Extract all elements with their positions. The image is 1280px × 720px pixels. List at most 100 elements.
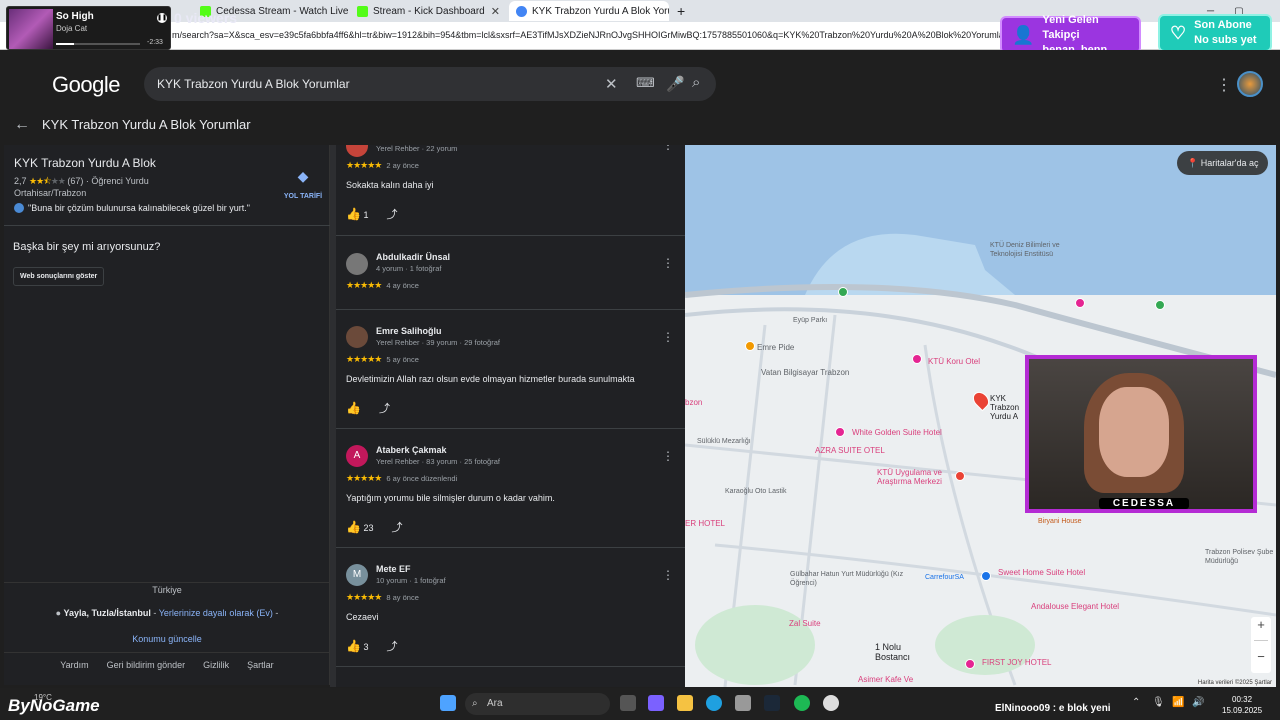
- mic-tray-icon[interactable]: 🎙: [1152, 697, 1165, 708]
- hotel-pin-icon[interactable]: [912, 354, 922, 364]
- footer-location-link[interactable]: Yerlerinize dayalı olarak (Ev): [159, 608, 273, 618]
- browser-tab-active[interactable]: KYK Trabzon Yurdu A Blok Yorumla ✕: [509, 1, 669, 21]
- footer-link-privacy[interactable]: Gizlilik: [203, 660, 229, 670]
- task-view-icon[interactable]: [620, 695, 636, 711]
- directions-button[interactable]: ◆ YOL TARİFİ: [280, 168, 326, 200]
- edge-icon[interactable]: [706, 695, 722, 711]
- map-label[interactable]: Biryani House: [1038, 518, 1082, 525]
- map-label[interactable]: Asimer Kafe Ve: [858, 675, 913, 684]
- map-label[interactable]: Zal Suite: [789, 619, 821, 628]
- map-label[interactable]: KTÜ Deniz Bilimleri ve Teknolojisi Ensti…: [990, 241, 1060, 259]
- park-pin-icon[interactable]: [1155, 300, 1165, 310]
- open-in-maps-button[interactable]: 📍 Haritalar'da aç: [1177, 151, 1269, 175]
- map-label[interactable]: KTÜ Koru Otel: [928, 357, 980, 366]
- store-icon[interactable]: [735, 695, 751, 711]
- map-label[interactable]: Gülbahar Hatun Yurt Müdürlüğü (Kız Öğren…: [790, 570, 910, 588]
- map-label[interactable]: Andalouse Elegant Hotel: [1031, 602, 1119, 611]
- account-avatar[interactable]: [1237, 71, 1263, 97]
- share-icon[interactable]: ⤴: [391, 519, 402, 535]
- reviewer-avatar[interactable]: M: [346, 564, 368, 586]
- map-label[interactable]: Emre Pide: [757, 343, 794, 352]
- map-label[interactable]: Karaoğlu Oto Lastik: [725, 488, 786, 495]
- copilot-icon[interactable]: [648, 695, 664, 711]
- share-icon[interactable]: ⤴: [386, 638, 397, 654]
- map-label[interactable]: Sülüklü Mezarlığı: [697, 438, 751, 445]
- search-box[interactable]: KYK Trabzon Yurdu A Blok Yorumlar ✕ ⌨ 🎤 …: [144, 67, 716, 101]
- weather-temp[interactable]: 19°C: [34, 693, 52, 702]
- map-label[interactable]: KTÜ Uygulama ve Araştırma Merkezi: [877, 468, 957, 486]
- more-options-icon[interactable]: ⋮: [662, 145, 674, 152]
- reviewer-avatar[interactable]: [346, 253, 368, 275]
- like-button[interactable]: 👍: [346, 401, 361, 415]
- search-icon[interactable]: ⌕: [692, 74, 700, 91]
- reviews-list[interactable]: Yerel Rehber · 22 yorum ★★★★★ 2 ay önce S…: [330, 145, 685, 687]
- map-label[interactable]: KYK Trabzon Yurdu A: [990, 394, 1030, 421]
- reviewer-name[interactable]: Mete EF: [376, 564, 411, 574]
- more-options-icon[interactable]: ⋮: [662, 330, 674, 344]
- hotel-pin-icon[interactable]: [835, 427, 845, 437]
- new-tab-button[interactable]: +: [670, 1, 690, 21]
- wifi-icon[interactable]: 📶: [1172, 697, 1184, 708]
- share-icon[interactable]: ⤴: [386, 206, 397, 222]
- map-label[interactable]: bzon: [685, 398, 702, 407]
- reviewer-meta: 4 yorum · 1 fotoğraf: [376, 264, 442, 273]
- more-options-icon[interactable]: ⋮: [662, 449, 674, 463]
- web-results-button[interactable]: Web sonuçlarını göster: [13, 267, 105, 286]
- hospital-pin-icon[interactable]: [955, 471, 965, 481]
- place-name[interactable]: KYK Trabzon Yurdu A Blok: [14, 156, 156, 170]
- spotify-icon[interactable]: [794, 695, 810, 711]
- more-options-icon[interactable]: ⋮: [662, 256, 674, 270]
- steam-icon[interactable]: [764, 695, 780, 711]
- zoom-in-button[interactable]: +: [1251, 617, 1271, 632]
- keyboard-icon[interactable]: ⌨: [636, 75, 655, 91]
- map-label[interactable]: White Golden Suite Hotel: [852, 428, 942, 437]
- footer-link-feedback[interactable]: Geri bildirim gönder: [107, 660, 186, 670]
- map-label[interactable]: FIRST JOY HOTEL: [982, 658, 1052, 667]
- clock[interactable]: 00:32 15.09.2025: [1222, 694, 1262, 716]
- reviewer-name[interactable]: Abdulkadir Ünsal: [376, 252, 450, 262]
- shop-pin-icon[interactable]: [981, 571, 991, 581]
- start-icon[interactable]: [440, 695, 456, 711]
- reviewer-name[interactable]: Emre Salihoğlu: [376, 326, 442, 336]
- microphone-icon[interactable]: 🎤: [666, 75, 685, 93]
- map-label[interactable]: Vatan Bilgisayar Trabzon: [761, 368, 849, 377]
- search-query[interactable]: KYK Trabzon Yurdu A Blok Yorumlar: [157, 77, 350, 91]
- map-label[interactable]: CarrefourSA: [925, 574, 964, 581]
- reviewer-avatar[interactable]: [346, 326, 368, 348]
- file-explorer-icon[interactable]: [677, 695, 693, 711]
- url-text[interactable]: m/search?sa=X&sca_esv=e39c5fa6bbfa4ff6&h…: [172, 30, 1002, 40]
- clear-search-icon[interactable]: ✕: [605, 75, 618, 93]
- zoom-out-button[interactable]: −: [1251, 649, 1271, 664]
- taskbar-search[interactable]: ⌕ Ara: [465, 693, 610, 715]
- restaurant-pin-icon[interactable]: [745, 341, 755, 351]
- close-tab-icon[interactable]: ✕: [491, 5, 500, 18]
- map-label[interactable]: Eyüp Parkı: [793, 317, 827, 324]
- like-button[interactable]: 👍 23: [346, 520, 373, 534]
- reviewer-avatar[interactable]: A: [346, 445, 368, 467]
- hotel-pin-icon[interactable]: [965, 659, 975, 669]
- footer-link-help[interactable]: Yardım: [60, 660, 88, 670]
- map-label[interactable]: Sweet Home Suite Hotel: [998, 568, 1085, 577]
- like-button[interactable]: 👍 3: [346, 639, 368, 653]
- park-pin-icon[interactable]: [838, 287, 848, 297]
- back-arrow-icon[interactable]: ←: [14, 116, 30, 134]
- hotel-pin-icon[interactable]: [1075, 298, 1085, 308]
- like-button[interactable]: 👍 1: [346, 207, 368, 221]
- map-label[interactable]: Trabzon Polisev Şube Müdürlüğü: [1205, 548, 1275, 566]
- map-label[interactable]: AZRA SUITE OTEL: [815, 446, 885, 455]
- reviewer-name[interactable]: Ataberk Çakmak: [376, 445, 447, 455]
- song-title: So High: [56, 11, 94, 22]
- google-logo[interactable]: Google: [52, 72, 120, 98]
- chrome-icon[interactable]: [823, 695, 839, 711]
- browser-tab[interactable]: Stream - Kick Dashboard ✕: [350, 1, 507, 21]
- map-label[interactable]: 1 Nolu Bostancı: [875, 642, 920, 662]
- network-tray-icon[interactable]: ⌃: [1132, 697, 1140, 708]
- map-label[interactable]: ER HOTEL: [685, 519, 725, 528]
- footer-link-terms[interactable]: Şartlar: [247, 660, 274, 670]
- volume-icon[interactable]: 🔊: [1192, 697, 1204, 708]
- more-options-icon[interactable]: ⋮: [662, 568, 674, 582]
- map-credit[interactable]: Harita verileri ©2025 Şartlar: [1197, 680, 1272, 686]
- update-location-link[interactable]: Konumu güncelle: [4, 634, 330, 653]
- share-icon[interactable]: ⤴: [379, 400, 390, 416]
- reviewer-avatar[interactable]: [346, 145, 368, 157]
